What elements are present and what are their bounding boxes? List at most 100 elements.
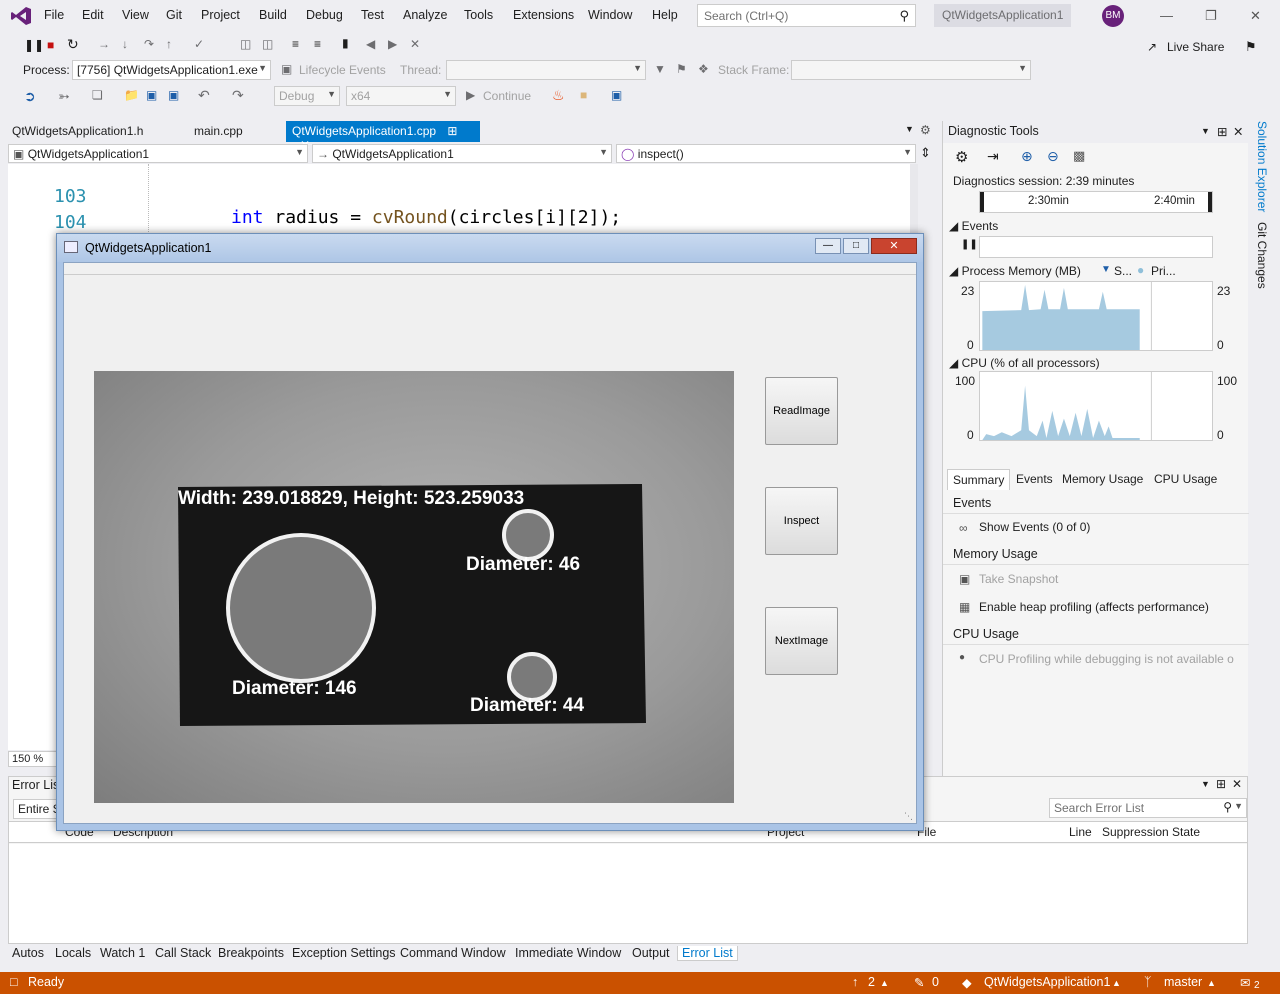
menu-file[interactable]: File xyxy=(44,8,64,22)
qt-minimize-icon[interactable]: — xyxy=(815,238,841,254)
qt-app-window[interactable]: QtWidgetsApplication1 — □ ✕ Width: 239.0… xyxy=(56,233,924,831)
continue-button[interactable]: Continue xyxy=(483,89,531,103)
step-over-icon[interactable]: ↷ xyxy=(144,37,154,51)
hot-reload-flame-icon[interactable]: ♨ xyxy=(552,87,565,104)
prev-bookmark-icon[interactable]: ◀ xyxy=(366,37,375,51)
tab-watch-1[interactable]: Watch 1 xyxy=(98,946,147,960)
tab-dropdown-icon[interactable]: ▼ xyxy=(905,124,914,134)
tab-memory-usage[interactable]: Memory Usage xyxy=(1057,469,1148,489)
git-changes-tab[interactable]: Git Changes xyxy=(1255,222,1269,289)
restart-icon[interactable]: ↻ xyxy=(67,36,79,53)
tab-exception-settings[interactable]: Exception Settings xyxy=(290,946,398,960)
push-count[interactable]: 2 xyxy=(868,975,875,989)
pin-icon[interactable]: ⊞ xyxy=(1217,124,1227,139)
timeline-ruler[interactable]: 2:30min 2:40min xyxy=(979,191,1213,213)
hot-reload-icon[interactable]: ✓ xyxy=(194,37,204,51)
save-all-icon[interactable]: ▣ xyxy=(168,88,179,102)
push-dropdown-icon[interactable]: ▲ xyxy=(880,978,889,988)
live-share-icon[interactable]: ↗ xyxy=(1147,40,1157,54)
feedback-icon[interactable]: ⚑ xyxy=(1245,39,1257,55)
code-line[interactable]: 103 int radius = cvRound(circles[i][2]); xyxy=(8,165,621,228)
project-dropdown-icon[interactable]: ▲ xyxy=(1112,978,1121,988)
menu-project[interactable]: Project xyxy=(201,8,240,22)
dropdown-icon[interactable]: ▼ xyxy=(1201,126,1210,136)
tab-main-cpp[interactable]: main.cpp xyxy=(188,121,249,142)
code-line[interactable]: 105 string text_circle = "Diameter: " + … xyxy=(8,217,881,280)
memory-chart[interactable] xyxy=(979,281,1213,351)
pin-icon[interactable]: ⊞ xyxy=(1216,777,1226,791)
scope-nav-select[interactable]: → QtWidgetsApplication1 ▼ xyxy=(312,144,612,163)
filter-icon[interactable]: ▼ xyxy=(654,62,666,76)
pause-events-icon[interactable]: ❚❚ xyxy=(961,239,978,250)
zoom-in-icon[interactable]: ⊕ xyxy=(1021,148,1033,165)
read-image-button[interactable]: ReadImage xyxy=(765,377,838,445)
qt-maximize-icon[interactable]: □ xyxy=(843,238,869,254)
status-project[interactable]: QtWidgetsApplication1 xyxy=(984,975,1110,989)
next-bookmark-icon[interactable]: ▶ xyxy=(388,37,397,51)
lifecycle-events-button[interactable]: Lifecycle Events xyxy=(299,63,386,77)
screenshot-icon[interactable]: ▣ xyxy=(611,88,622,102)
pause-icon[interactable]: ❚❚ xyxy=(24,38,44,52)
tab-cpu-usage[interactable]: CPU Usage xyxy=(1149,469,1222,489)
qt-menubar[interactable] xyxy=(64,263,916,275)
qt-title-bar[interactable]: QtWidgetsApplication1 — □ ✕ xyxy=(57,234,923,262)
bookmark-icon[interactable]: ▮ xyxy=(342,36,349,50)
platform-select[interactable]: x64 ▼ xyxy=(346,86,456,106)
tab-locals[interactable]: Locals xyxy=(53,946,93,960)
configuration-select[interactable]: Debug ▼ xyxy=(274,86,340,106)
menu-analyze[interactable]: Analyze xyxy=(403,8,447,22)
cpu-chart[interactable] xyxy=(979,371,1213,441)
tab-breakpoints[interactable]: Breakpoints xyxy=(216,946,286,960)
search-input[interactable]: Search (Ctrl+Q) ⚲ xyxy=(697,4,916,27)
menu-help[interactable]: Help xyxy=(652,8,678,22)
notification-count[interactable]: 2 xyxy=(1254,980,1260,991)
new-project-icon[interactable]: ❏ xyxy=(92,88,103,102)
next-image-button[interactable]: NextImage xyxy=(765,607,838,675)
restore-icon[interactable]: ❐ xyxy=(1205,8,1217,24)
zoom-out-icon[interactable]: ⊖ xyxy=(1047,148,1059,165)
close-icon[interactable]: ✕ xyxy=(1250,8,1261,24)
col-line[interactable]: Line xyxy=(1069,825,1092,839)
settings-icon[interactable]: ⚙ xyxy=(955,148,968,166)
tab-cpp-file[interactable]: QtWidgetsApplication1.cpp ⊞ ✕ xyxy=(286,121,480,152)
take-snapshot-button[interactable]: Take Snapshot xyxy=(979,572,1058,586)
tab-header-file[interactable]: QtWidgetsApplication1.h xyxy=(6,121,149,142)
close-panel-icon[interactable]: ✕ xyxy=(1233,124,1243,139)
code-line[interactable]: int baseline = 0; xyxy=(8,243,415,285)
project-nav-select[interactable]: ▣ QtWidgetsApplication1 ▼ xyxy=(8,144,308,163)
close-panel-icon[interactable]: ✕ xyxy=(1232,777,1242,791)
minimize-icon[interactable]: — xyxy=(1160,8,1173,23)
forward-icon[interactable]: ➳ xyxy=(58,88,70,105)
save-icon[interactable]: ▣ xyxy=(146,88,157,102)
events-track[interactable] xyxy=(979,236,1213,258)
push-icon[interactable]: ↑ xyxy=(852,975,858,989)
step-out-icon[interactable]: ↑ xyxy=(166,37,172,51)
member-nav-select[interactable]: ◯ inspect() ▼ xyxy=(616,144,916,163)
show-next-statement-icon[interactable]: → xyxy=(98,37,110,51)
live-share-button[interactable]: Live Share xyxy=(1167,40,1224,54)
thread-select[interactable]: ▼ xyxy=(446,60,646,80)
undo-icon[interactable]: ↶ xyxy=(198,87,210,104)
folder-icon[interactable]: ■ xyxy=(580,88,587,102)
resize-grip-icon[interactable]: ⋱ xyxy=(904,811,913,822)
menu-debug[interactable]: Debug xyxy=(306,8,343,22)
tab-autos[interactable]: Autos xyxy=(10,946,46,960)
stack-frame-select[interactable]: ▼ xyxy=(791,60,1031,80)
pencil-icon[interactable]: ✎ xyxy=(914,975,924,990)
chart-icon[interactable]: ▩ xyxy=(1073,148,1085,164)
zoom-level[interactable]: 150 % xyxy=(8,751,58,767)
tab-events[interactable]: Events xyxy=(1011,469,1058,489)
split-icon[interactable]: ⇕ xyxy=(920,145,931,161)
col-suppression-state[interactable]: Suppression State xyxy=(1102,825,1200,839)
dropdown-icon[interactable]: ▼ xyxy=(1201,779,1210,789)
step-into-icon[interactable]: ↓ xyxy=(122,37,128,51)
open-folder-icon[interactable]: 📁 xyxy=(124,88,139,102)
branch-dropdown-icon[interactable]: ▲ xyxy=(1207,978,1216,988)
menu-view[interactable]: View xyxy=(122,8,149,22)
menu-git[interactable]: Git xyxy=(166,8,182,22)
solution-explorer-tab[interactable]: Solution Explorer xyxy=(1255,121,1269,212)
redo-icon[interactable]: ↷ xyxy=(232,87,244,104)
tab-immediate-window[interactable]: Immediate Window xyxy=(513,946,623,960)
tab-summary[interactable]: Summary xyxy=(947,469,1011,490)
show-events-link[interactable]: Show Events (0 of 0) xyxy=(979,520,1090,534)
